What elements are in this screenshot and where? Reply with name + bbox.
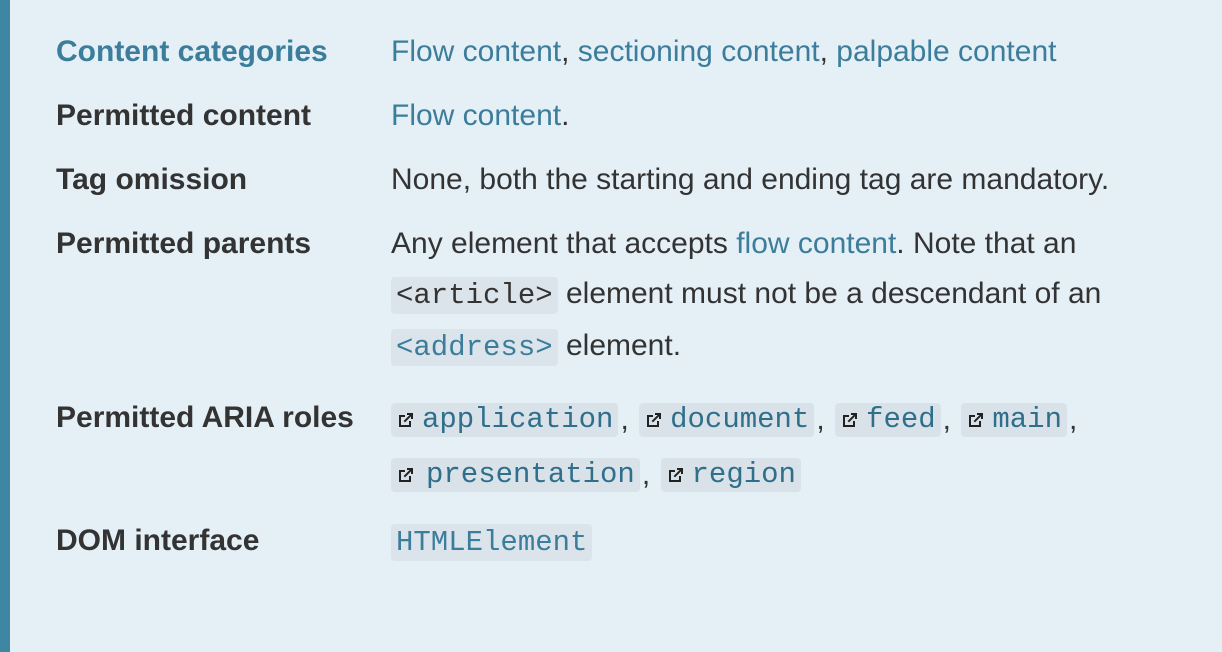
label-dom-interface: DOM interface — [56, 524, 260, 558]
role-presentation-link[interactable]: presentation — [391, 458, 640, 493]
link-flow-content-2[interactable]: Flow content — [391, 99, 561, 132]
external-link-icon — [666, 465, 686, 485]
link-palpable-content[interactable]: palpable content — [836, 35, 1056, 68]
link-flow-content[interactable]: Flow content — [391, 35, 561, 68]
code-article: <article> — [391, 277, 558, 314]
value-aria-roles: application, document, feed, main, prese… — [391, 392, 1181, 502]
row-dom-interface: DOM interface HTMLElement — [56, 524, 1206, 568]
separator: , — [641, 458, 651, 492]
separator: , — [942, 403, 952, 437]
text-before: Any element that accepts — [391, 227, 737, 260]
external-link-icon — [644, 410, 664, 430]
label-permitted-parents: Permitted parents — [56, 227, 312, 260]
role-region-link[interactable]: region — [660, 458, 801, 493]
role-label: presentation — [426, 458, 635, 492]
label-permitted-aria-roles: Permitted ARIA roles — [56, 401, 354, 434]
text-mid: element must not be a descendant of an — [557, 277, 1102, 310]
row-tag-omission: Tag omission None, both the starting and… — [56, 163, 1206, 205]
link-sectioning-content[interactable]: sectioning content — [578, 35, 820, 68]
external-link-icon — [840, 410, 860, 430]
link-flow-content-3[interactable]: flow content — [736, 227, 896, 260]
role-label: main — [992, 403, 1062, 437]
text-end: element. — [557, 329, 682, 362]
properties-table: Content categories Flow content, section… — [56, 35, 1206, 594]
role-label: feed — [866, 403, 936, 437]
role-application-link[interactable]: application — [391, 403, 619, 438]
label-permitted-content: Permitted content — [56, 99, 312, 132]
label-content-categories: Content categories — [56, 35, 328, 68]
value-dom-interface: HTMLElement — [391, 516, 593, 568]
value-content-categories: Flow content, sectioning content, palpab… — [391, 27, 1056, 77]
row-permitted-content: Permitted content Flow content. — [56, 99, 1206, 141]
separator: , — [620, 403, 629, 437]
value-permitted-content: Flow content. — [391, 91, 569, 141]
external-link-icon — [396, 410, 416, 430]
value-permitted-parents: Any element that accepts flow content. N… — [391, 219, 1101, 373]
separator: , — [816, 403, 825, 437]
role-feed-link[interactable]: feed — [835, 403, 941, 438]
row-permitted-aria-roles: Permitted ARIA roles application, docume… — [56, 399, 1206, 502]
label-tag-omission: Tag omission — [56, 163, 248, 196]
external-link-icon — [396, 465, 416, 485]
role-label: document — [670, 403, 810, 437]
left-accent-bar — [0, 0, 10, 652]
link-htmlelement[interactable]: HTMLElement — [391, 524, 593, 562]
separator: , — [819, 35, 837, 68]
separator: , — [561, 35, 578, 68]
link-address-element[interactable]: <address> — [391, 329, 558, 366]
row-permitted-parents: Permitted parents Any element that accep… — [56, 227, 1206, 373]
external-link-icon — [966, 410, 986, 430]
suffix: . — [561, 99, 570, 132]
role-label: region — [691, 458, 796, 492]
role-label: application — [422, 403, 614, 437]
separator: , — [1068, 403, 1078, 437]
value-tag-omission: None, both the starting and ending tag a… — [391, 163, 1110, 196]
role-main-link[interactable]: main — [961, 403, 1067, 438]
text-after: . Note that an — [896, 227, 1077, 260]
row-content-categories: Content categories Flow content, section… — [56, 35, 1206, 77]
role-document-link[interactable]: document — [639, 403, 815, 438]
